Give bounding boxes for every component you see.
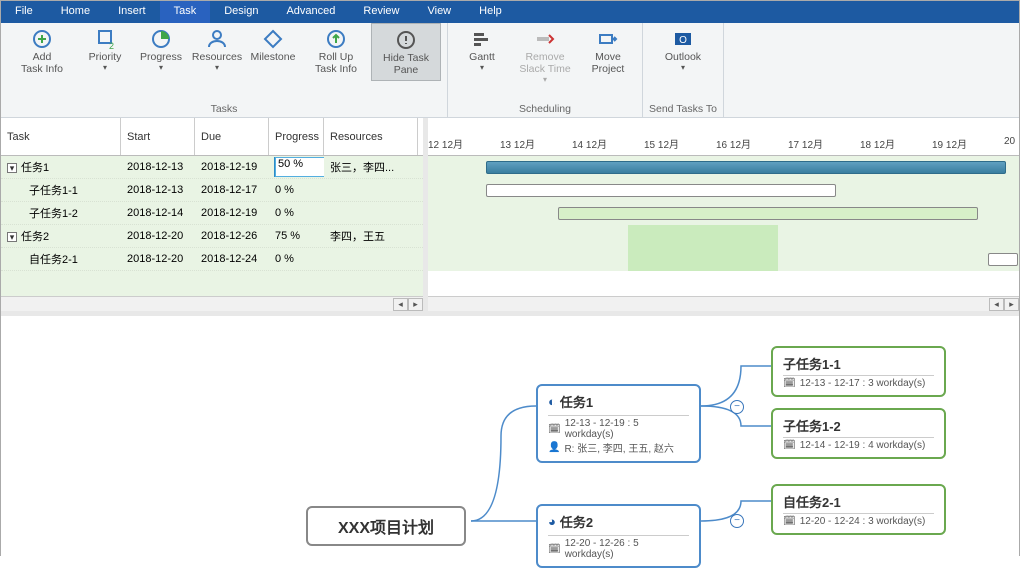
add-task-info-button[interactable]: Add Task Info	[7, 23, 77, 81]
gantt-date-header: 12 12月13 12月14 12月15 12月16 12月17 12月18 1…	[428, 118, 1019, 156]
collapse-toggle[interactable]: −	[730, 400, 744, 414]
date-tick: 12 12月	[428, 136, 500, 151]
tab-insert[interactable]: Insert	[104, 1, 160, 23]
svg-text:O: O	[679, 35, 687, 46]
progress-icon: ◕	[548, 514, 556, 529]
outlook-button[interactable]: OOutlook▾	[655, 23, 711, 76]
calendar-icon: 🗓	[548, 424, 561, 435]
roll-up-button[interactable]: Roll Up Task Info	[301, 23, 371, 81]
priority-button[interactable]: 2Priority▾	[77, 23, 133, 81]
menu-tabs: FileHomeInsertTaskDesignAdvancedReviewVi…	[1, 1, 1019, 23]
tab-advanced[interactable]: Advanced	[272, 1, 349, 23]
table-row[interactable]: 子任务1-12018-12-132018-12-170 %	[1, 179, 423, 202]
table-row[interactable]: 子任务1-22018-12-142018-12-190 %	[1, 202, 423, 225]
tab-file[interactable]: File	[1, 1, 47, 23]
tab-help[interactable]: Help	[465, 1, 516, 23]
scroll-left-icon[interactable]: ◂	[393, 298, 408, 311]
col-header-start[interactable]: Start	[121, 118, 195, 155]
mm-sub12-node[interactable]: 子任务1-2 🗓12-14 - 12-19 : 4 workday(s)	[771, 408, 946, 459]
scroll-left-icon[interactable]: ◂	[989, 298, 1004, 311]
progress-input[interactable]: 50 %	[275, 157, 324, 177]
gantt-task-bar[interactable]	[988, 253, 1018, 266]
split-area: Task Start Due Progress Resources ▾任务120…	[1, 118, 1019, 316]
person-icon: 👤	[548, 442, 560, 453]
col-header-progress[interactable]: Progress	[269, 118, 324, 155]
date-tick: 20	[1004, 136, 1020, 151]
mm-root-node[interactable]: XXX项目计划	[306, 506, 466, 546]
tab-home[interactable]: Home	[47, 1, 104, 23]
calendar-icon: 🗓	[548, 544, 561, 555]
table-row[interactable]: 自任务2-12018-12-202018-12-240 %	[1, 248, 423, 271]
gantt-pane: 12 12月13 12月14 12月15 12月16 12月17 12月18 1…	[428, 118, 1019, 311]
calendar-icon: 🗓	[783, 378, 796, 389]
gantt-task-bar[interactable]	[486, 184, 836, 197]
col-header-resources[interactable]: Resources	[324, 118, 418, 155]
mm-sub21-node[interactable]: 自任务2-1 🗓12-20 - 12-24 : 3 workday(s)	[771, 484, 946, 535]
date-tick: 15 12月	[644, 136, 716, 151]
move-project-button[interactable]: Move Project	[580, 23, 636, 88]
ribbon-group-label: Send Tasks To	[649, 103, 717, 117]
scroll-right-icon[interactable]: ▸	[1004, 298, 1019, 311]
task-table-pane: Task Start Due Progress Resources ▾任务120…	[1, 118, 428, 311]
mm-sub11-node[interactable]: 子任务1-1 🗓12-13 - 12-17 : 3 workday(s)	[771, 346, 946, 397]
hide-task-pane-button[interactable]: Hide Task Pane	[371, 23, 441, 81]
h-scrollbar[interactable]: ◂▸	[1, 296, 423, 311]
date-tick: 14 12月	[572, 136, 644, 151]
table-header: Task Start Due Progress Resources	[1, 118, 423, 156]
table-row[interactable]: ▾任务12018-12-132018-12-1950 %张三，李四...	[1, 156, 423, 179]
gantt-task-bar[interactable]	[558, 207, 978, 220]
gantt-overlap-region	[628, 225, 778, 271]
tab-view[interactable]: View	[413, 1, 465, 23]
tab-design[interactable]: Design	[210, 1, 272, 23]
table-row[interactable]: ▾任务22018-12-202018-12-2675 %李四，王五	[1, 225, 423, 248]
ribbon-group-label: Scheduling	[519, 103, 571, 117]
gantt-summary-bar[interactable]	[486, 161, 1006, 174]
svg-text:2: 2	[109, 41, 114, 51]
gantt-button[interactable]: Gantt▾	[454, 23, 510, 88]
progress-button[interactable]: Progress▾	[133, 23, 189, 81]
mm-task2-node[interactable]: ◕任务2 🗓12-20 - 12-26 : 5 workday(s)	[536, 504, 701, 568]
h-scrollbar[interactable]: ◂▸	[428, 296, 1019, 311]
mindmap-pane[interactable]: XXX项目计划 ◐任务1 🗓12-13 - 12-19 : 5 workday(…	[1, 316, 1019, 556]
gantt-body[interactable]	[428, 156, 1019, 296]
date-tick: 17 12月	[788, 136, 860, 151]
date-tick: 19 12月	[932, 136, 1004, 151]
date-tick: 16 12月	[716, 136, 788, 151]
calendar-icon: 🗓	[783, 516, 796, 527]
remove-slack-button[interactable]: Remove Slack Time▾	[510, 23, 580, 88]
expand-toggle[interactable]: ▾	[7, 163, 17, 173]
calendar-icon: 🗓	[783, 440, 796, 451]
tab-review[interactable]: Review	[349, 1, 413, 23]
expand-toggle[interactable]: ▾	[7, 232, 17, 242]
ribbon: Add Task Info 2Priority▾ Progress▾ Resou…	[1, 23, 1019, 118]
col-header-task[interactable]: Task	[1, 118, 121, 155]
col-header-due[interactable]: Due	[195, 118, 269, 155]
scroll-right-icon[interactable]: ▸	[408, 298, 423, 311]
date-tick: 13 12月	[500, 136, 572, 151]
collapse-toggle[interactable]: −	[730, 514, 744, 528]
table-body: ▾任务12018-12-132018-12-1950 %张三，李四...子任务1…	[1, 156, 423, 296]
progress-icon: ◐	[548, 394, 556, 409]
date-tick: 18 12月	[860, 136, 932, 151]
mm-task1-node[interactable]: ◐任务1 🗓12-13 - 12-19 : 5 workday(s) 👤R: 张…	[536, 384, 701, 463]
ribbon-group-label: Tasks	[211, 103, 238, 117]
milestone-button[interactable]: Milestone	[245, 23, 301, 81]
tab-task[interactable]: Task	[160, 1, 211, 23]
resources-button[interactable]: Resources▾	[189, 23, 245, 81]
